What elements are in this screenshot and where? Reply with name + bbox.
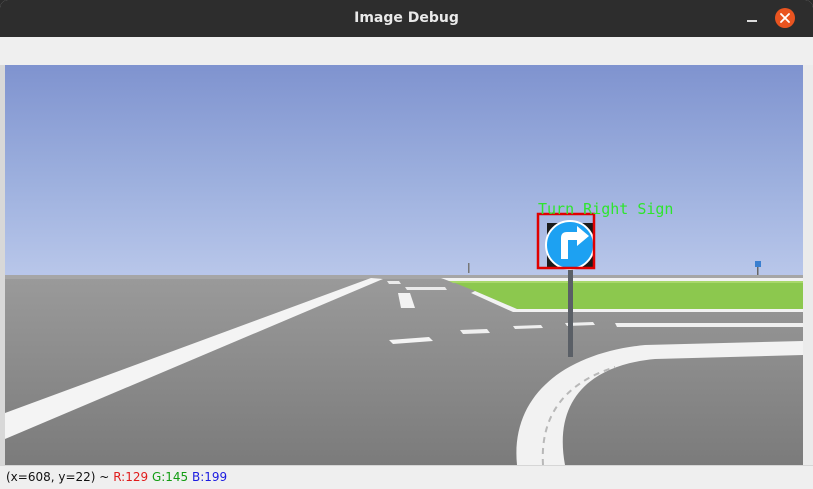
sky xyxy=(5,65,803,277)
sign-post xyxy=(568,265,573,357)
image-debug-window: Image Debug Turn Right Sign (x=608, y=22… xyxy=(0,0,813,489)
close-button[interactable] xyxy=(775,8,795,28)
detection-label: Turn Right Sign xyxy=(538,200,673,218)
right-edge xyxy=(803,65,813,465)
image-viewer[interactable]: Turn Right Sign xyxy=(5,65,803,465)
pixel-r-value: R:129 xyxy=(113,470,149,484)
title-bar[interactable]: Image Debug xyxy=(0,0,813,37)
pixel-b-value: B:199 xyxy=(192,470,228,484)
window-title: Image Debug xyxy=(354,10,459,26)
toolbar xyxy=(0,37,813,66)
turn-right-sign xyxy=(545,220,595,270)
camera-frame: Turn Right Sign xyxy=(5,65,803,465)
cursor-coords: (x=608, y=22) ~ xyxy=(6,470,110,484)
status-bar: (x=608, y=22) ~ R:129 G:145 B:199 xyxy=(0,465,813,489)
close-icon xyxy=(780,13,790,23)
pixel-g-value: G:145 xyxy=(151,470,189,484)
minimize-button[interactable] xyxy=(745,10,761,26)
